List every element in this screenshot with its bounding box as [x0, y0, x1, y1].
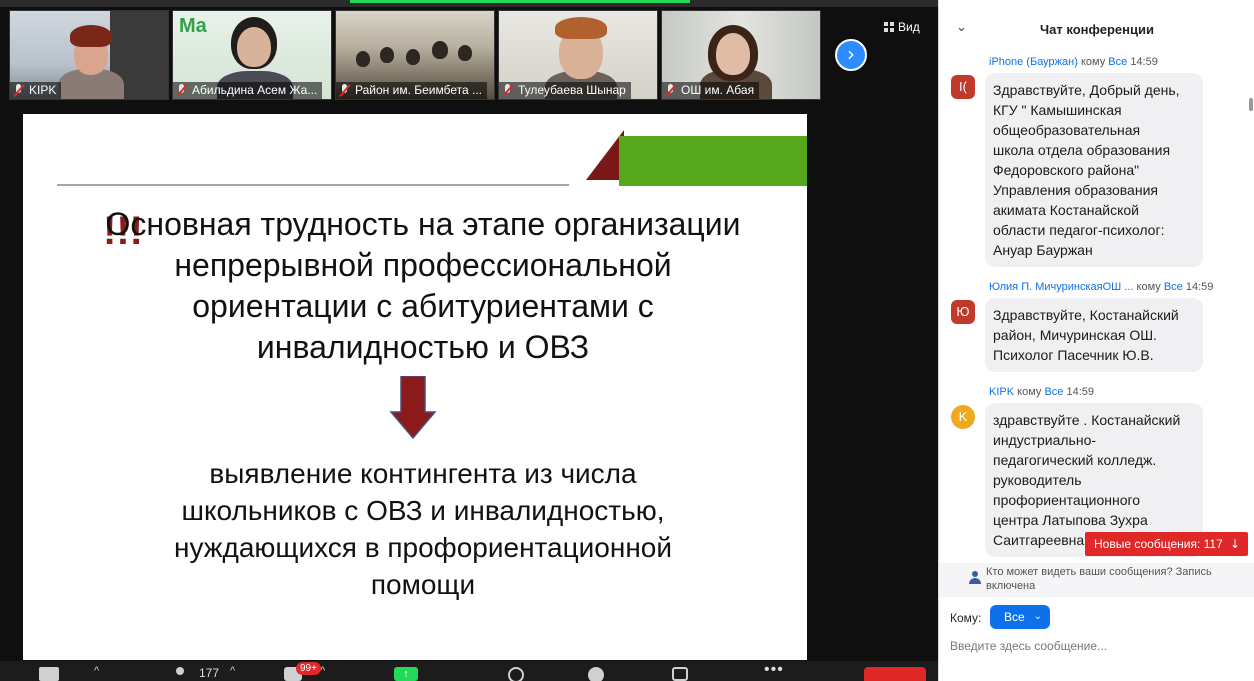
video-icon[interactable]: [39, 667, 59, 681]
new-messages-label: Новые сообщения: 117: [1094, 537, 1223, 551]
mic-muted-icon: [502, 84, 514, 97]
participant-label: ОШ им. Абая: [662, 82, 760, 99]
message-meta: Юлия П. МичуринскаяОШ ... кому Все 14:59: [989, 281, 1213, 293]
caret-up-icon[interactable]: ^: [230, 665, 235, 677]
avatar: K: [951, 405, 975, 429]
message-input[interactable]: [950, 636, 1240, 656]
participant-name: Абильдина Асем Жа...: [192, 83, 318, 97]
participant-name: KIPK: [29, 83, 57, 97]
participant-tile[interactable]: Тулеубаева Шынар: [498, 10, 658, 100]
message-meta: iPhone (Бауржан) кому Все 14:59: [989, 56, 1158, 68]
participants-count: 177: [199, 666, 220, 680]
message-recipient[interactable]: Все: [1164, 281, 1183, 293]
meeting-area: KIPK Ma Абильдина Асем Жа... Район им. Б…: [0, 0, 938, 681]
participant-label: Район им. Беимбета ...: [336, 82, 487, 99]
chat-badge: 99+: [296, 662, 321, 675]
recipient-value: Все: [1004, 610, 1025, 624]
participant-tile[interactable]: Ma Абильдина Асем Жа...: [172, 10, 332, 100]
chat-title: Чат конференции: [1040, 22, 1154, 37]
message-bubble: Здравствуйте, Костанайский район, Мичури…: [985, 298, 1203, 372]
message-recipient[interactable]: Все: [1044, 386, 1063, 398]
chat-scrollbar[interactable]: [1249, 98, 1253, 111]
message-sender[interactable]: KIPK: [989, 386, 1014, 398]
participant-tile[interactable]: ОШ им. Абая: [661, 10, 821, 100]
chevron-right-icon: ›: [847, 42, 855, 66]
message-sender[interactable]: iPhone (Бауржан): [989, 56, 1078, 68]
mic-muted-icon: [176, 84, 188, 97]
message-bubble: Здравствуйте, Добрый день, КГУ " Камышин…: [985, 73, 1203, 267]
view-button[interactable]: Вид: [884, 20, 920, 34]
participant-label: KIPK: [10, 82, 62, 99]
privacy-text[interactable]: Кто может видеть ваши сообщения? Запись …: [986, 565, 1248, 593]
mic-muted-icon: [665, 84, 677, 97]
participants-icon[interactable]: [172, 667, 190, 681]
participant-tile[interactable]: KIPK: [9, 10, 169, 100]
participant-name: Район им. Беимбета ...: [355, 83, 482, 97]
participant-name: Тулеубаева Шынар: [518, 83, 626, 97]
participant-name: ОШ им. Абая: [681, 83, 755, 97]
message-time: 14:59: [1185, 281, 1214, 293]
message-to-word: кому: [1136, 281, 1161, 293]
record-icon[interactable]: [508, 667, 524, 681]
caret-up-icon[interactable]: ^: [94, 665, 99, 677]
slide-heading: Основная трудность на этапе организации …: [105, 206, 741, 365]
slide-body: выявление контингента из числа школьнико…: [173, 458, 672, 600]
message-time: 14:59: [1130, 56, 1158, 68]
slide-divider: [57, 184, 569, 186]
arrow-down-icon: ↓: [1229, 537, 1240, 551]
avatar: I(: [951, 75, 975, 99]
privacy-note: Кто может видеть ваши сообщения? Запись …: [939, 563, 1254, 597]
participant-strip: KIPK Ma Абильдина Асем Жа... Район им. Б…: [9, 10, 829, 100]
participant-label: Тулеубаева Шынар: [499, 82, 631, 99]
message-meta: KIPK кому Все 14:59: [989, 386, 1094, 398]
avatar: Ю: [951, 300, 975, 324]
to-label: Кому:: [950, 611, 982, 625]
participant-tile[interactable]: Район им. Беимбета ...: [335, 10, 495, 100]
shared-slide: !!! Основная трудность на этапе организа…: [23, 114, 807, 660]
reactions-icon[interactable]: [588, 667, 604, 681]
more-icon[interactable]: •••: [764, 661, 784, 679]
slide-green-bar: [619, 136, 807, 186]
new-messages-button[interactable]: Новые сообщения: 117 ↓: [1085, 532, 1248, 556]
share-screen-icon[interactable]: ↑: [394, 667, 418, 681]
message-time: 14:59: [1066, 386, 1095, 398]
message-sender[interactable]: Юлия П. МичуринскаяОШ ...: [989, 281, 1133, 293]
chat-panel: ⌄ Чат конференции iPhone (Бауржан) кому …: [938, 0, 1254, 681]
mic-muted-icon: [339, 84, 351, 97]
message-to-word: кому: [1017, 386, 1042, 398]
meeting-toolbar: ^ 177 ^ ^ ↑ •••: [0, 661, 938, 681]
message-recipient[interactable]: Все: [1108, 56, 1127, 68]
apps-icon[interactable]: [672, 667, 688, 681]
end-meeting-button[interactable]: [864, 667, 926, 681]
chat-header: ⌄ Чат конференции: [939, 0, 1254, 52]
next-page-button[interactable]: ›: [835, 39, 867, 71]
chevron-down-icon: ⌄: [1033, 611, 1042, 622]
recipient-select[interactable]: Все ⌄: [990, 605, 1050, 629]
view-label: Вид: [898, 20, 920, 34]
message-to-word: кому: [1080, 56, 1106, 68]
grid-icon: [884, 22, 894, 32]
arrow-down-icon: [389, 376, 437, 440]
top-bar: [0, 0, 938, 7]
mic-muted-icon: [13, 84, 25, 97]
person-icon: [969, 571, 981, 585]
participant-label: Абильдина Асем Жа...: [173, 82, 323, 99]
